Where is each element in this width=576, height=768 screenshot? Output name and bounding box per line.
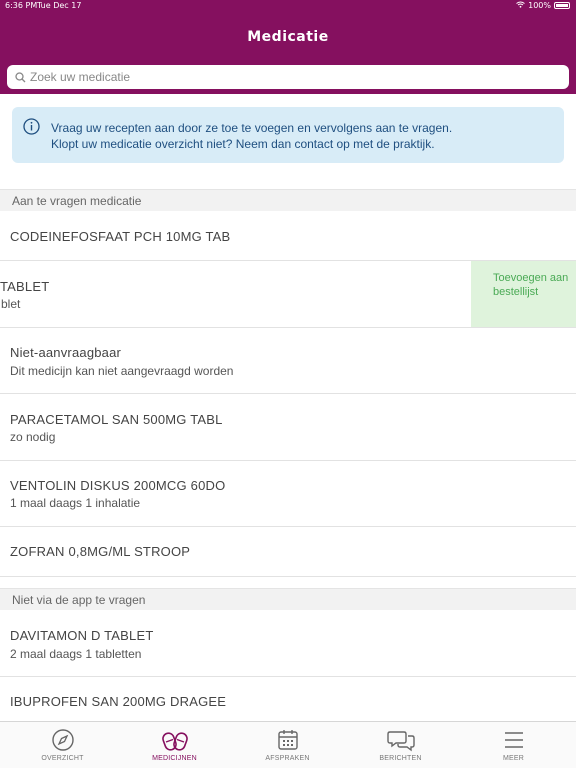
medication-row[interactable]: ZOFRAN 0,8MG/ML STROOP [0,527,576,577]
menu-icon [504,732,523,748]
calendar-icon [277,730,298,750]
medication-row-swiped[interactable]: TABLET blet Toevoegen aan bestellijst [0,261,576,328]
info-line-2: Klopt uw medicatie overzicht niet? Neem … [51,137,435,151]
medication-dosage: 1 maal daags 1 inhalatie [10,496,141,510]
medication-row[interactable]: IBUPROFEN SAN 200MG DRAGEE [0,677,576,721]
wifi-icon [516,1,525,10]
medication-title: CODEINEFOSFAAT PCH 10MG TAB [10,229,231,244]
medication-row[interactable]: DAVITAMON D TABLET 2 maal daags 1 tablet… [0,610,576,677]
tab-bar: OVERZICHT MEDICIJNEN AFSPRAKEN BERICHTEN [0,721,576,768]
status-bar: 6:36 PM Tue Dec 17 100% [0,0,576,12]
medication-title: IBUPROFEN SAN 200MG DRAGEE [10,694,227,709]
tab-label: BERICHTEN [379,755,422,762]
tab-overzicht[interactable]: OVERZICHT [5,722,120,768]
section-header-not-requestable: Niet via de app te vragen [0,588,576,610]
medication-dosage: blet [1,297,21,311]
info-text: Vraag uw recepten aan door ze toe te voe… [51,120,452,152]
status-date: Tue Dec 17 [37,1,82,10]
tab-medicijnen[interactable]: MEDICIJNEN [117,722,232,768]
section-header-requestable: Aan te vragen medicatie [0,189,576,211]
medication-row[interactable]: VENTOLIN DISKUS 200MCG 60DO 1 maal daags… [0,461,576,527]
add-to-order-list-button[interactable]: Toevoegen aan bestellijst [471,261,576,327]
info-banner: Vraag uw recepten aan door ze toe te voe… [12,107,564,163]
tab-label: AFSPRAKEN [265,755,310,762]
medication-row[interactable]: CODEINEFOSFAAT PCH 10MG TAB [0,211,576,261]
pills-icon [161,732,188,751]
battery-percent: 100% [528,1,551,10]
compass-icon [51,729,74,751]
status-right: 100% [516,1,570,10]
medication-title: PARACETAMOL SAN 500MG TABL [10,412,223,427]
tab-label: OVERZICHT [41,755,84,762]
medication-title: DAVITAMON D TABLET [10,628,154,643]
medication-title: ZOFRAN 0,8MG/ML STROOP [10,544,191,559]
status-time: 6:36 PM [5,1,38,10]
tab-afspraken[interactable]: AFSPRAKEN [230,722,345,768]
medication-dosage: zo nodig [10,430,56,444]
search-icon [10,65,30,89]
tab-meer[interactable]: MEER [456,722,571,768]
medication-title: VENTOLIN DISKUS 200MCG 60DO [10,478,226,493]
page-title: Medicatie [247,29,329,45]
info-line-1: Vraag uw recepten aan door ze toe te voe… [51,121,453,135]
search-input[interactable] [30,70,550,84]
info-icon [23,118,40,140]
search-bar[interactable] [7,65,569,89]
medication-dosage: 2 maal daags 1 tabletten [10,647,142,661]
chat-bubbles-icon [386,731,415,752]
medication-title: Niet-aanvraagbaar [10,345,122,360]
tab-berichten[interactable]: BERICHTEN [343,722,458,768]
medication-dosage: Dit medicijn kan niet aangevraagd worden [10,364,234,378]
medication-row[interactable]: PARACETAMOL SAN 500MG TABL zo nodig [0,394,576,461]
medication-row[interactable]: Niet-aanvraagbaar Dit medicijn kan niet … [0,328,576,394]
medication-title: TABLET [0,279,50,294]
app-header: 6:36 PM Tue Dec 17 100% Medicatie [0,0,576,94]
tab-label: MEER [502,755,525,762]
battery-icon [554,2,570,9]
tab-label: MEDICIJNEN [152,755,197,762]
